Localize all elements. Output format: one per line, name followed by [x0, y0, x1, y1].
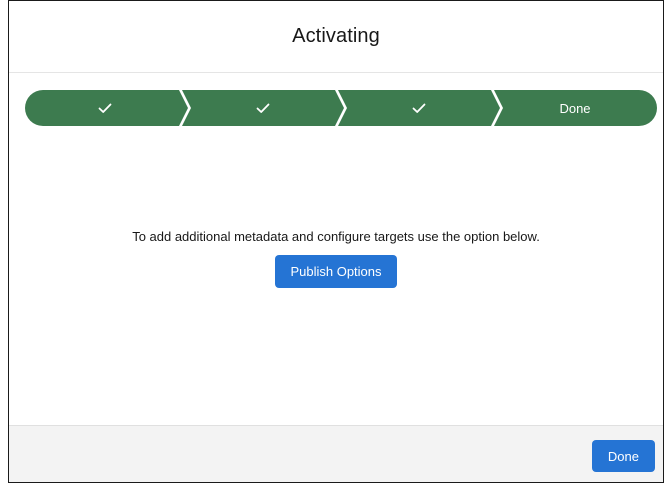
progress-path: Done [25, 90, 657, 126]
check-icon [256, 103, 270, 113]
activation-modal: Activating Done To add additional metada [8, 0, 664, 483]
publish-info-message: To add additional metadata and configure… [132, 229, 540, 244]
path-step-4-label: Done [559, 100, 591, 116]
modal-body: To add additional metadata and configure… [9, 227, 663, 288]
modal-footer: Done [9, 425, 663, 482]
modal-title: Activating [292, 25, 380, 47]
path-step-3-check [344, 90, 494, 126]
check-icon [98, 103, 112, 113]
publish-options-button[interactable]: Publish Options [275, 255, 397, 288]
path-step-2-check [188, 90, 338, 126]
check-icon [412, 103, 426, 113]
path-step-1-check [25, 90, 185, 126]
modal-header: Activating [9, 1, 663, 73]
done-button[interactable]: Done [591, 440, 655, 472]
